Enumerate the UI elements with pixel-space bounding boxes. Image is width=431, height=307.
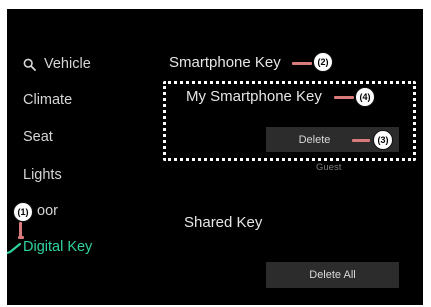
sidebar-item-label: oor [37,203,58,219]
digital-key-screen: Vehicle Climate Seat Lights oor Digital … [7,9,423,305]
delete-all-button[interactable]: Delete All [266,262,399,288]
sidebar-item-digital-key[interactable]: Digital Key [23,239,92,255]
callout-3: (3) [373,130,393,150]
sidebar-search-label: Vehicle [44,56,91,72]
search-icon [23,58,36,71]
sidebar-item-door[interactable]: oor [37,203,58,219]
callout-2: (2) [313,52,333,72]
sidebar-item-lights[interactable]: Lights [23,167,62,183]
sidebar-item-seat[interactable]: Seat [23,129,53,145]
guest-label: Guest [316,162,342,173]
sidebar-search-vehicle[interactable]: Vehicle [23,56,91,72]
sidebar-item-climate[interactable]: Climate [23,92,72,108]
sidebar-item-label: Seat [23,129,53,145]
my-smartphone-key-label: My Smartphone Key [186,88,322,105]
callout-1-leader-foot [18,236,24,239]
callout-3-leader [352,139,370,142]
shared-key-heading: Shared Key [184,214,263,231]
smartphone-key-heading: Smartphone Key [169,54,281,71]
callout-2-leader [292,62,312,65]
callout-4: (4) [355,87,375,107]
sidebar-item-label: Digital Key [23,239,93,255]
callout-1: (1) [13,202,33,222]
sidebar-item-label: Lights [23,167,62,183]
callout-4-leader [334,96,354,99]
sidebar-item-label: Climate [23,92,73,108]
active-check-icon [7,243,21,255]
